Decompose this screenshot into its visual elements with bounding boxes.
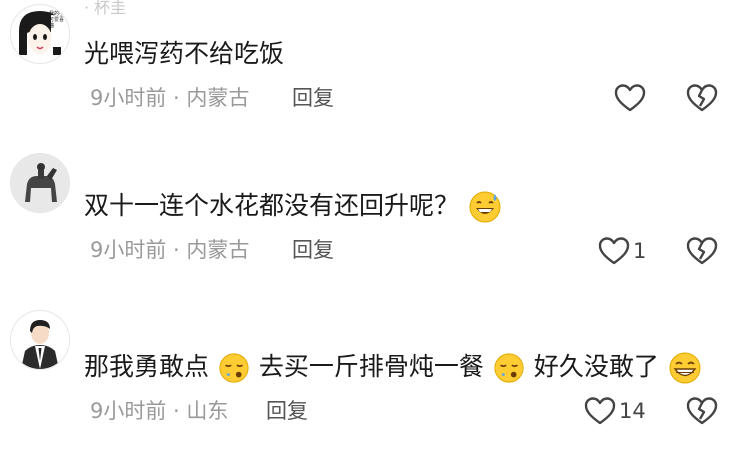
dislike-button[interactable] <box>686 394 718 428</box>
sleepy-emoji <box>219 353 249 383</box>
heart-outline-icon <box>584 397 616 425</box>
like-button[interactable]: 14 <box>584 394 646 428</box>
broken-heart-icon <box>686 84 718 112</box>
heart-outline-icon <box>598 237 630 265</box>
like-count: 1 <box>633 239 647 263</box>
comment-meta: 9小时前 · 内蒙古 <box>90 86 250 110</box>
sleepy-emoji <box>494 353 524 383</box>
comment-meta: 9小时前 · 山东 <box>90 399 229 423</box>
cut-off-text: · 杯圭 <box>84 0 127 17</box>
dislike-button[interactable] <box>686 234 718 268</box>
broken-heart-icon <box>686 397 718 425</box>
comment-text: 双十一连个水花都没有还回升呢？ <box>84 189 503 224</box>
comment-text-part: 好久没敢了 <box>533 352 659 381</box>
reply-button[interactable]: 回复 <box>292 235 334 265</box>
comment-text-content: 双十一连个水花都没有还回升呢？ <box>84 191 460 220</box>
comment-text: 光喂泻药不给吃饭 <box>84 39 285 68</box>
businessman-avatar <box>11 311 69 369</box>
avatar[interactable] <box>10 153 70 213</box>
broken-heart-icon <box>686 237 718 265</box>
like-button[interactable]: 1 <box>598 234 646 268</box>
like-count: 14 <box>619 399 646 423</box>
comment-text-part: 那我勇敢点 <box>84 352 210 381</box>
comment-text: 那我勇敢点 去买一斤排骨炖一餐 好久没敢了 <box>84 350 703 385</box>
sweat-smile-emoji <box>469 191 501 223</box>
avatar[interactable] <box>10 310 70 370</box>
avatar[interactable]: 我的小可爱喜喵 <box>10 4 70 64</box>
dislike-button[interactable] <box>686 81 718 115</box>
heart-outline-icon <box>614 84 646 112</box>
comment-meta: 9小时前 · 内蒙古 <box>90 238 250 262</box>
horse-rider-avatar <box>11 154 69 212</box>
comment-text-part: 去买一斤排骨炖一餐 <box>258 352 484 381</box>
avatar-caption: 我的小可爱喜喵 <box>49 11 65 29</box>
grin-emoji <box>669 352 701 384</box>
like-button[interactable] <box>614 81 649 115</box>
reply-button[interactable]: 回复 <box>292 83 334 113</box>
reply-button[interactable]: 回复 <box>266 396 308 426</box>
